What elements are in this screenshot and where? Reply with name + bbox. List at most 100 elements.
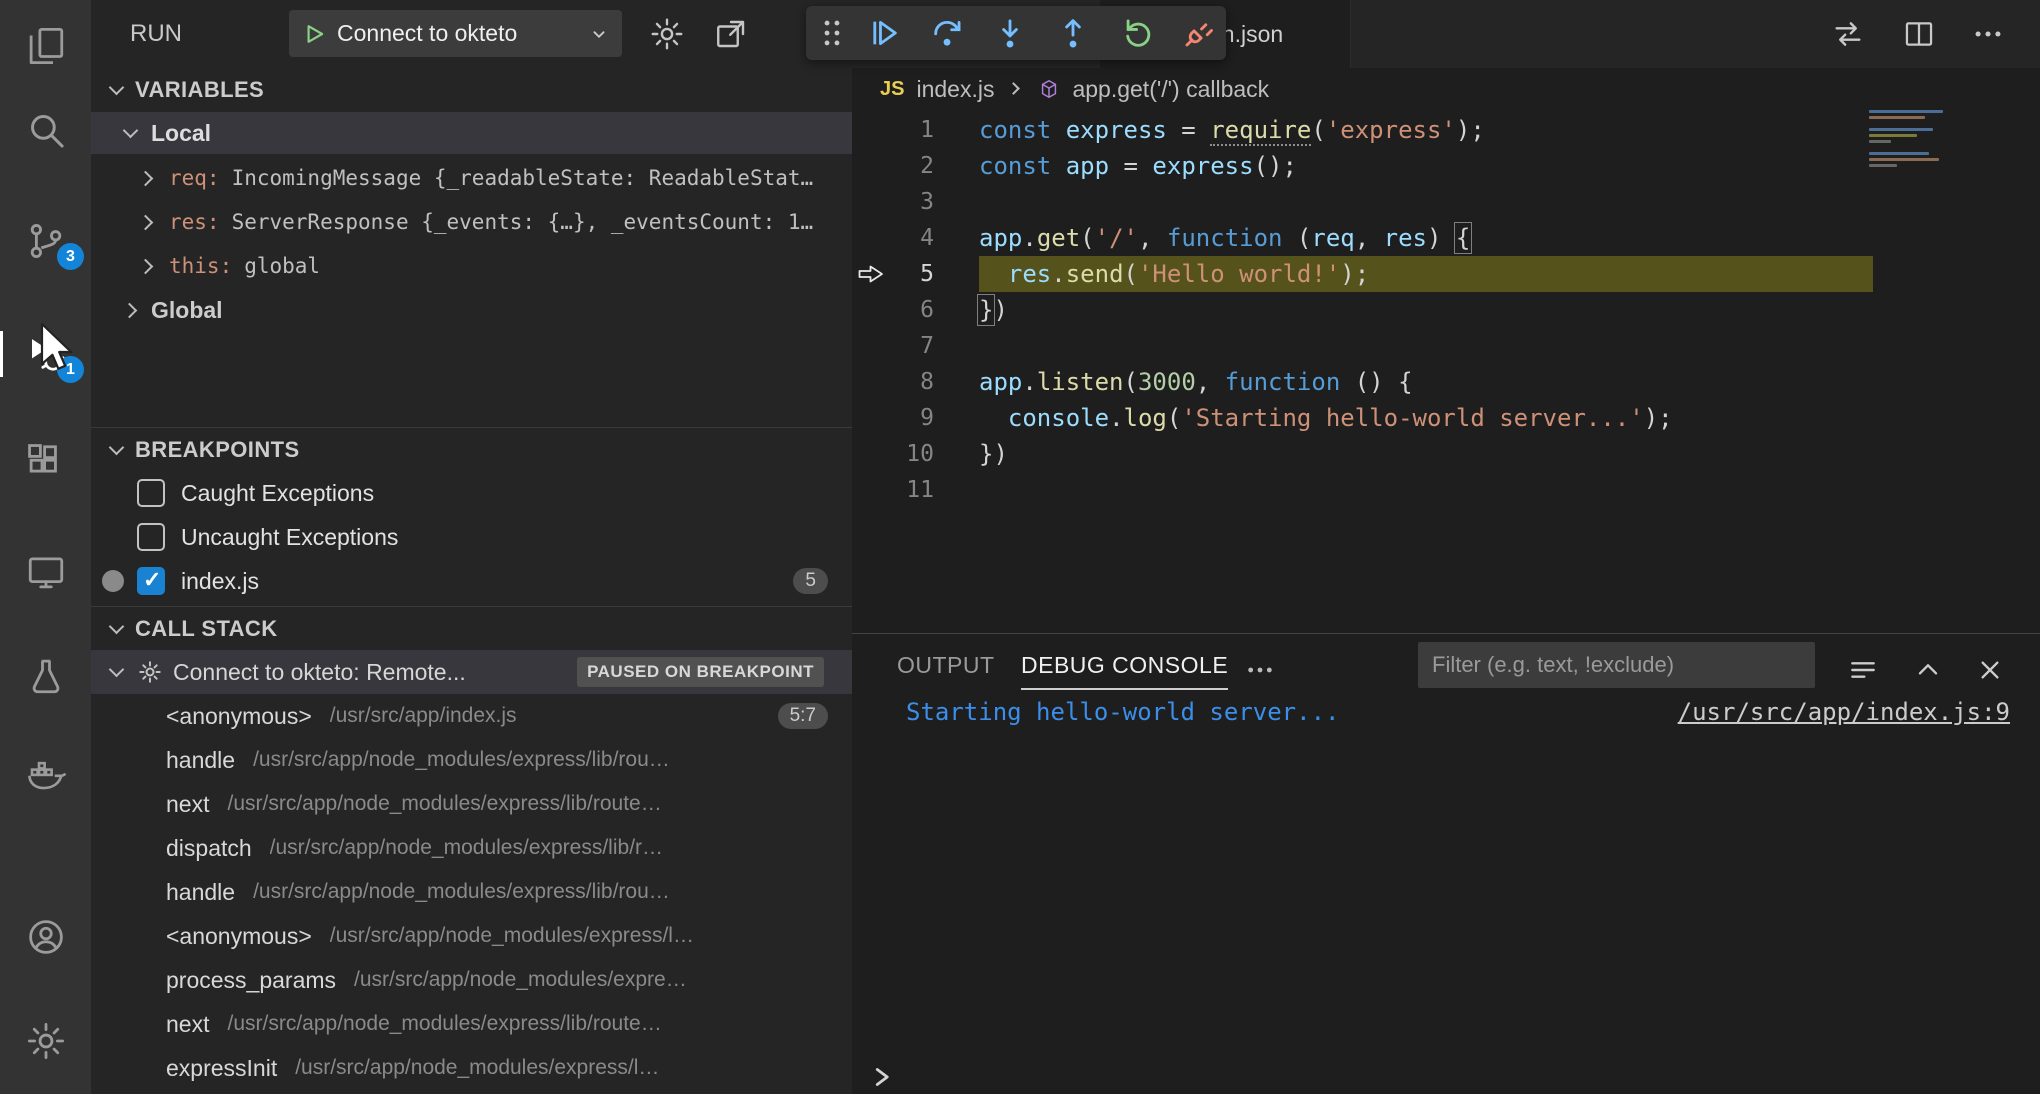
stack-frame-row[interactable]: next/usr/src/app/node_modules/express/li… xyxy=(91,782,852,826)
stack-frame-row[interactable]: <anonymous>/usr/src/app/node_modules/exp… xyxy=(91,914,852,958)
code-text: app.listen(3000, function () { xyxy=(979,364,1413,400)
launch-config-dropdown[interactable]: Connect to okteto xyxy=(289,10,622,57)
step-over-button[interactable] xyxy=(927,13,967,53)
remote-explorer-icon[interactable] xyxy=(0,543,91,601)
code-line[interactable]: 3 xyxy=(852,184,2040,220)
editor-area: launch.json JS index.js app.get('/') cal… xyxy=(852,0,2040,633)
tab-debug-console[interactable]: DEBUG CONSOLE xyxy=(1021,652,1228,690)
line-number: 2 xyxy=(898,148,934,184)
stack-frame-row[interactable]: handle/usr/src/app/node_modules/express/… xyxy=(91,738,852,782)
chevron-right-icon xyxy=(121,300,141,320)
stack-frame-row[interactable]: next/usr/src/app/node_modules/express/li… xyxy=(91,1002,852,1046)
sidebar-title: RUN xyxy=(130,20,182,48)
code-line[interactable]: 1const express = require('express'); xyxy=(852,112,2040,148)
code-line[interactable]: 10}) xyxy=(852,436,2040,472)
code-line[interactable]: 6}) xyxy=(852,292,2040,328)
code-line[interactable]: 2const app = express(); xyxy=(852,148,2040,184)
breakpoint-row[interactable]: Caught Exceptions xyxy=(91,471,852,515)
explorer-icon[interactable] xyxy=(0,17,91,75)
breadcrumb-file[interactable]: index.js xyxy=(916,76,994,103)
breakpoints-section-header[interactable]: BREAKPOINTS xyxy=(91,427,852,471)
toolbar-drag-grip-icon[interactable] xyxy=(812,13,852,53)
variable-row[interactable]: this:global xyxy=(91,244,852,288)
panel-maximize-chevron-up-icon[interactable] xyxy=(1908,650,1948,690)
split-editor-icon[interactable] xyxy=(1899,14,1939,54)
frame-name: expressInit xyxy=(166,1055,277,1082)
accounts-icon[interactable] xyxy=(0,908,91,966)
code-lines[interactable]: 1const express = require('express');2con… xyxy=(852,112,2040,508)
code-line[interactable]: 5 res.send('Hello world!'); xyxy=(852,256,2040,292)
variable-value: IncomingMessage {_readableState: Readabl… xyxy=(232,166,814,190)
variables-list: req:IncomingMessage {_readableState: Rea… xyxy=(91,156,852,288)
more-tabs-icon[interactable] xyxy=(1244,654,1280,690)
console-filter-input[interactable] xyxy=(1418,642,1815,688)
code-line[interactable]: 7 xyxy=(852,328,2040,364)
open-changes-icon[interactable] xyxy=(1828,14,1868,54)
code-line[interactable]: 9 console.log('Starting hello-world serv… xyxy=(852,400,2040,436)
frame-name: next xyxy=(166,1011,209,1038)
variable-row[interactable]: res:ServerResponse {_events: {…}, _event… xyxy=(91,200,852,244)
code-text: const express = require('express'); xyxy=(979,112,1485,148)
breakpoint-checkbox[interactable] xyxy=(137,479,165,507)
chevron-down-icon xyxy=(107,80,127,100)
minimap[interactable] xyxy=(1869,110,1981,170)
breadcrumb-symbol[interactable]: app.get('/') callback xyxy=(1072,76,1269,103)
console-input-chevron-icon[interactable] xyxy=(866,1062,896,1092)
step-out-button[interactable] xyxy=(1053,13,1093,53)
stack-frame-row[interactable]: expressInit/usr/src/app/node_modules/exp… xyxy=(91,1046,852,1090)
stack-frame-row[interactable]: dispatch/usr/src/app/node_modules/expres… xyxy=(91,826,852,870)
step-into-button[interactable] xyxy=(990,13,1030,53)
stack-frame-row[interactable]: handle/usr/src/app/node_modules/express/… xyxy=(91,870,852,914)
frame-name: handle xyxy=(166,747,235,774)
breakpoint-row[interactable]: Uncaught Exceptions xyxy=(91,515,852,559)
frame-path: /usr/src/app/index.js xyxy=(330,704,517,728)
frame-name: dispatch xyxy=(166,835,252,862)
stack-frame-row[interactable]: <anonymous>/usr/src/app/index.js5:7 xyxy=(91,694,852,738)
code-line[interactable]: 4app.get('/', function (req, res) { xyxy=(852,220,2040,256)
frame-name: <anonymous> xyxy=(166,703,312,730)
code-line[interactable]: 8app.listen(3000, function () { xyxy=(852,364,2040,400)
docker-icon[interactable] xyxy=(0,745,91,803)
run-and-debug-icon[interactable]: 1 xyxy=(0,325,91,383)
debug-session-row[interactable]: Connect to okteto: Remote... PAUSED ON B… xyxy=(91,650,852,694)
settings-gear-icon[interactable] xyxy=(0,1012,91,1070)
configure-gear-icon[interactable] xyxy=(649,16,685,52)
open-launch-json-icon[interactable] xyxy=(713,16,749,52)
search-icon[interactable] xyxy=(0,101,91,159)
breakpoint-row[interactable]: index.js5 xyxy=(91,559,852,603)
breakpoint-dot-icon xyxy=(102,570,124,592)
scope-local-row[interactable]: Local xyxy=(91,112,852,154)
breakpoint-checkbox[interactable] xyxy=(137,523,165,551)
stack-frame-row[interactable]: process_params/usr/src/app/node_modules/… xyxy=(91,958,852,1002)
restart-button[interactable] xyxy=(1118,13,1158,53)
console-source-link[interactable]: /usr/src/app/index.js:9 xyxy=(1678,698,2010,726)
variables-section-header[interactable]: VARIABLES xyxy=(91,68,852,112)
testing-beaker-icon[interactable] xyxy=(0,647,91,705)
disconnect-button[interactable] xyxy=(1179,13,1219,53)
extensions-icon[interactable] xyxy=(0,433,91,491)
breakpoint-label: Uncaught Exceptions xyxy=(181,524,398,551)
code-text: }) xyxy=(979,436,1008,472)
minimap-line xyxy=(1869,158,1939,161)
callstack-section-header[interactable]: CALL STACK xyxy=(91,606,852,650)
chevron-right-icon xyxy=(137,256,157,276)
breakpoints-header-label: BREAKPOINTS xyxy=(135,437,300,463)
continue-button[interactable] xyxy=(864,13,904,53)
variable-row[interactable]: req:IncomingMessage {_readableState: Rea… xyxy=(91,156,852,200)
frame-path: /usr/src/app/node_modules/express/l… xyxy=(330,924,694,948)
word-wrap-icon[interactable] xyxy=(1843,650,1883,690)
minimap-line xyxy=(1869,128,1933,131)
breakpoint-checkbox[interactable] xyxy=(137,567,165,595)
close-panel-icon[interactable] xyxy=(1970,650,2010,690)
scope-global-row[interactable]: Global xyxy=(91,288,852,332)
line-number: 9 xyxy=(898,400,934,436)
source-control-icon[interactable]: 3 xyxy=(0,212,91,270)
code-line[interactable]: 11 xyxy=(852,472,2040,508)
launch-config-label: Connect to okteto xyxy=(337,20,578,47)
source-control-badge: 3 xyxy=(57,243,84,270)
more-actions-icon[interactable] xyxy=(1968,14,2008,54)
code-text: }) xyxy=(979,292,1008,328)
tab-output[interactable]: OUTPUT xyxy=(897,652,995,679)
line-number: 3 xyxy=(898,184,934,220)
frame-path: /usr/src/app/node_modules/express/lib/r… xyxy=(270,836,663,860)
